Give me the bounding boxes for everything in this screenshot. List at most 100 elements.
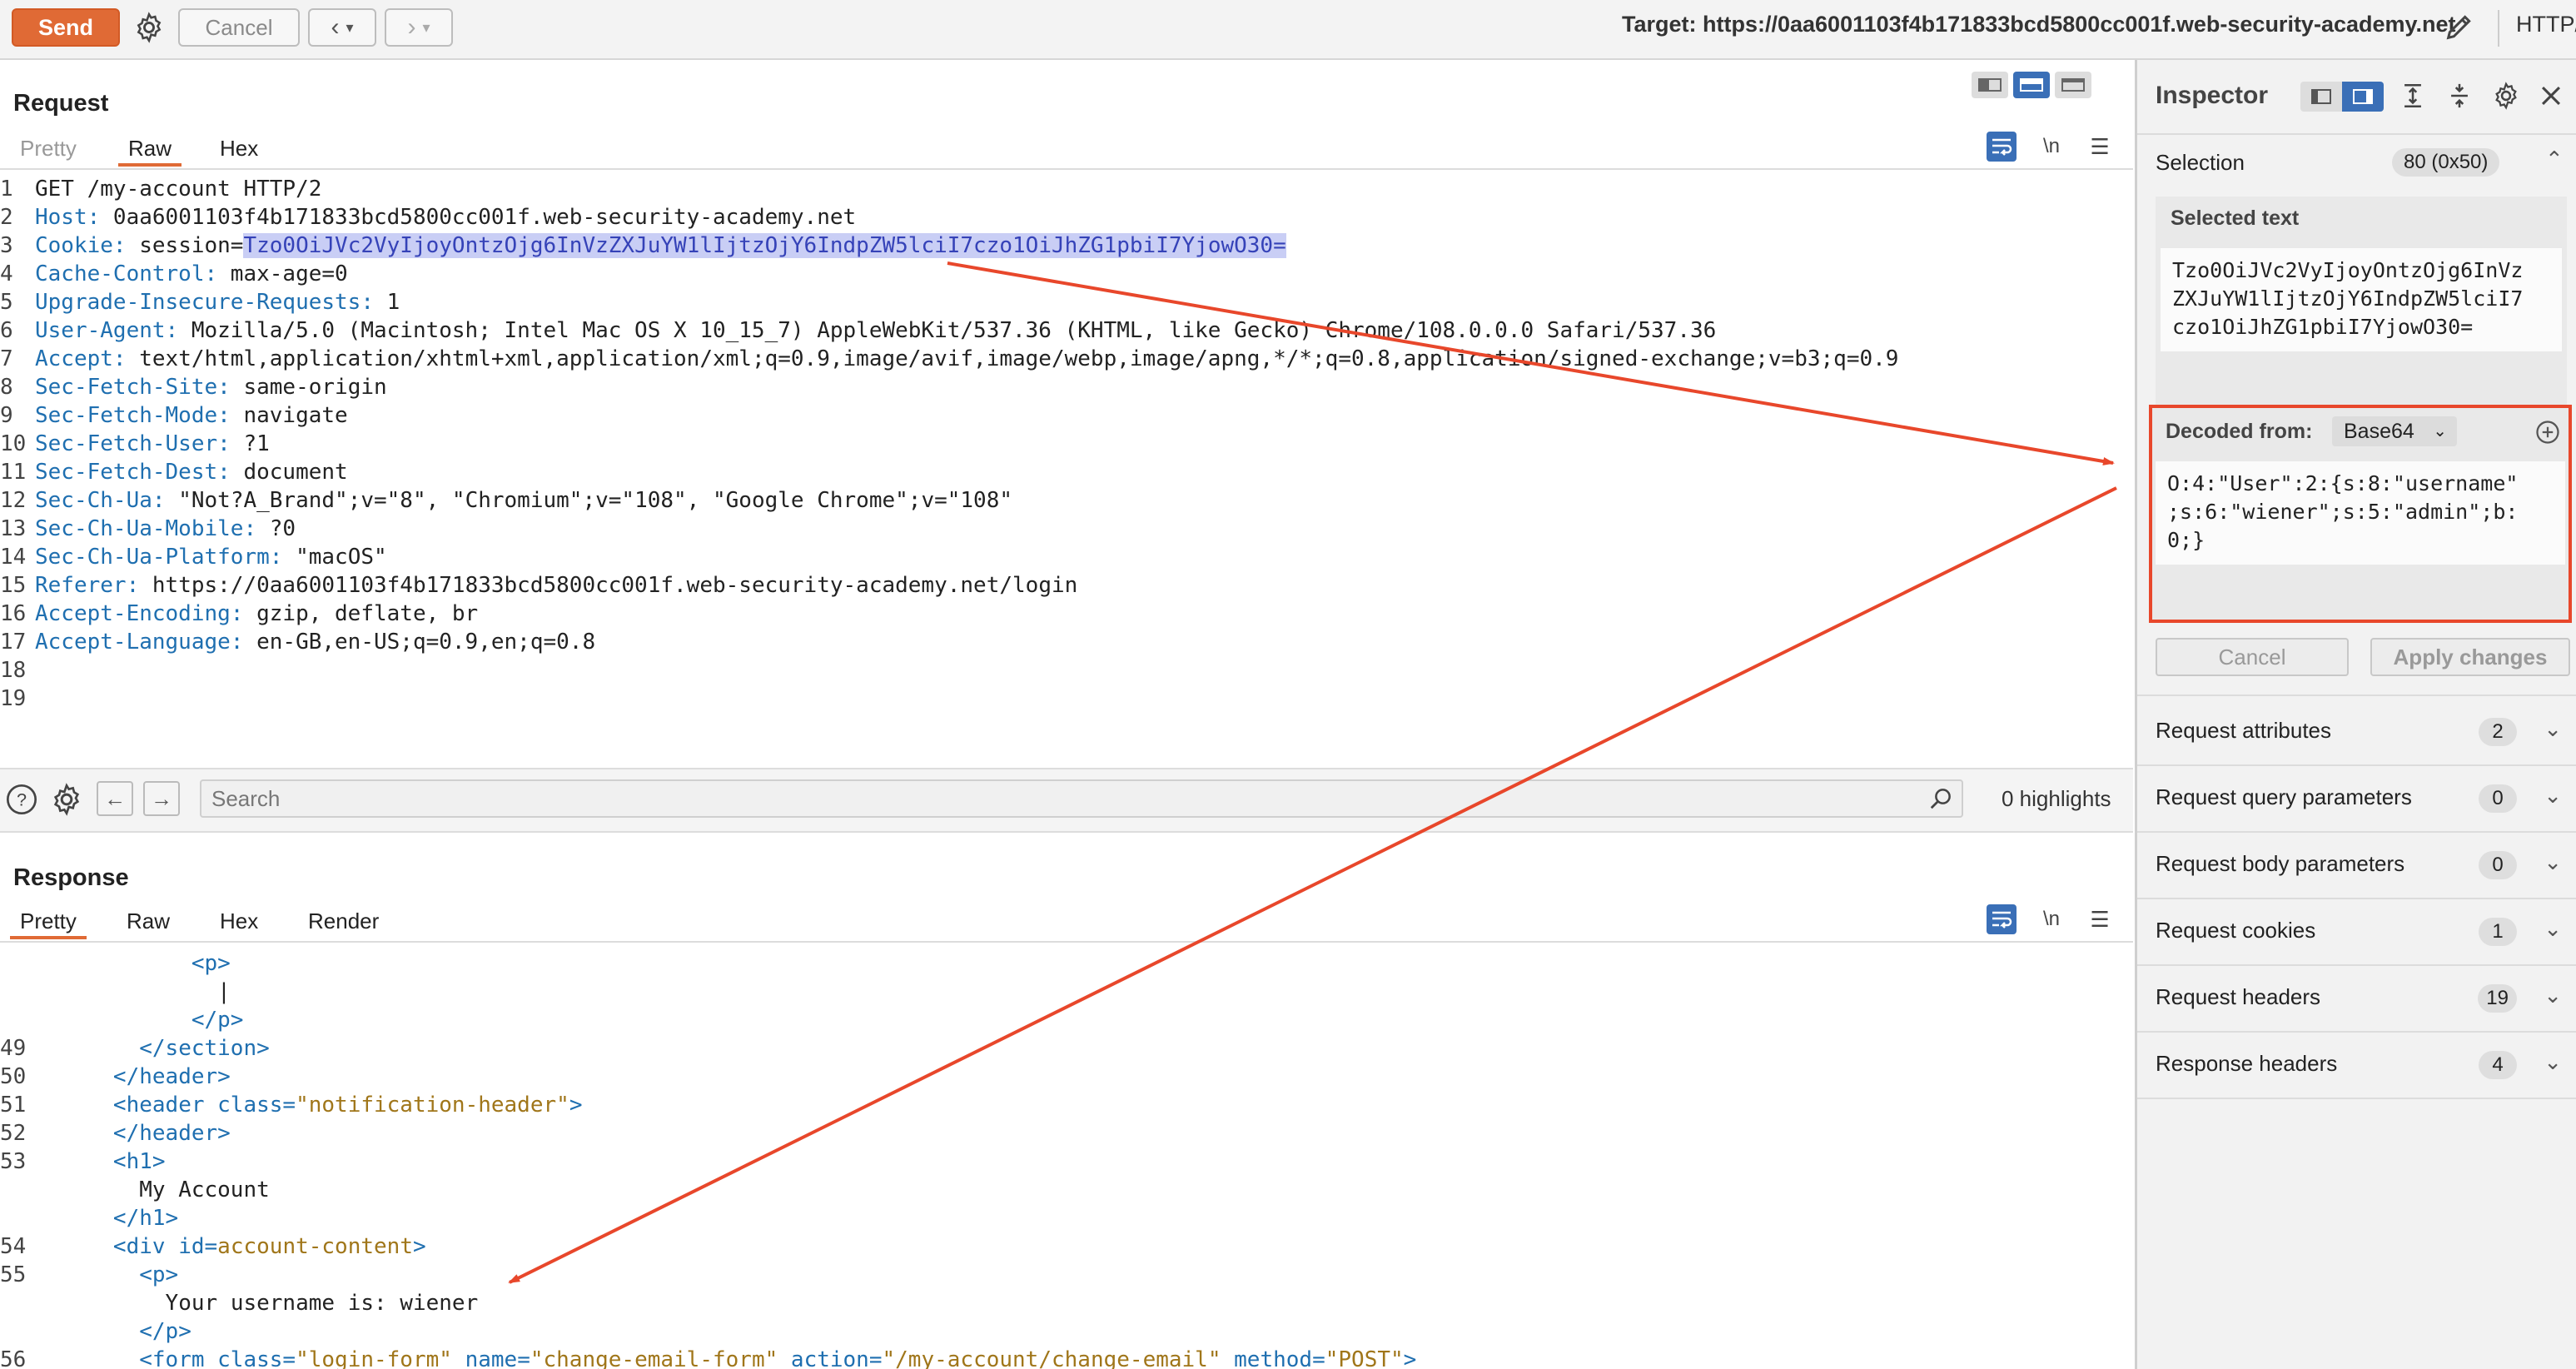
layout-split-vertical-icon[interactable] <box>1972 72 2008 98</box>
header-value: "macOS" <box>282 545 387 570</box>
chevron-up-icon[interactable]: ⌃ <box>2545 147 2564 172</box>
line-number: 10 <box>0 431 27 456</box>
send-button[interactable]: Send <box>12 8 120 47</box>
wrap-icon[interactable] <box>1987 132 2017 162</box>
add-icon[interactable] <box>2535 420 2560 445</box>
inspector-section-request-body-parameters[interactable]: Request body parameters 0 ⌄ <box>2137 831 2576 899</box>
cancel-button[interactable]: Cancel <box>178 8 300 47</box>
newline-toggle[interactable]: \n <box>2036 904 2066 934</box>
chevron-down-icon[interactable]: ⌄ <box>2544 783 2562 809</box>
line-number: 2 <box>0 205 13 230</box>
response-line: 51 <header class="notification-header"> <box>0 1091 2131 1119</box>
request-line: 15 Referer: https://0aa6001103f4b171833bc… <box>0 571 2131 600</box>
header-value: https://0aa6001103f4b171833bcd5800cc001f… <box>139 573 1078 598</box>
inspector-section-count: 0 <box>2479 851 2517 879</box>
line-number: 17 <box>0 630 27 655</box>
request-line: 19 <box>0 684 2131 713</box>
response-tab-pretty[interactable]: Pretty <box>10 903 87 939</box>
request-title: Request <box>13 90 109 117</box>
inspector-title: Inspector <box>2156 82 2269 109</box>
chevron-down-icon[interactable]: ⌄ <box>2544 983 2562 1008</box>
html-tag: <p> <box>139 1262 179 1287</box>
header-value: text/html,application/xhtml+xml,applicat… <box>126 346 1899 371</box>
request-tab-hex[interactable]: Hex <box>210 130 268 167</box>
help-icon[interactable]: ? <box>5 783 38 816</box>
inspector-section-request-query-parameters[interactable]: Request query parameters 0 ⌄ <box>2137 764 2576 833</box>
html-tag: <p> <box>191 951 231 976</box>
chevron-down-icon[interactable]: ⌄ <box>2544 1049 2562 1075</box>
request-tab-raw[interactable]: Raw <box>118 130 182 167</box>
settings-icon[interactable] <box>50 783 83 816</box>
request-editor[interactable]: 1 GET /my-account HTTP/2 2 Host: 0aa6001103… <box>0 175 2131 716</box>
search-input[interactable]: Search <box>200 779 1963 818</box>
html-attribute: name= <box>451 1347 530 1369</box>
response-line: | <box>0 978 2131 1006</box>
newline-toggle[interactable]: \n <box>2036 132 2066 162</box>
wrap-icon[interactable] <box>1987 904 2017 934</box>
next-match-icon[interactable]: → <box>143 781 180 816</box>
html-tag: </section> <box>139 1036 270 1061</box>
layout-toggle <box>1972 72 2095 102</box>
inspector-section-count: 4 <box>2479 1051 2517 1079</box>
line-number: 1 <box>0 177 13 202</box>
html-attribute: method= <box>1221 1347 1325 1369</box>
encoding-select[interactable]: Base64 ⌄ <box>2332 416 2457 446</box>
chevron-down-icon[interactable]: ⌄ <box>2544 916 2562 942</box>
selected-text-label: Selected text <box>2171 207 2300 230</box>
inspector-dock-right-icon[interactable] <box>2342 82 2384 112</box>
line-number: 55 <box>0 1262 27 1287</box>
chevron-down-icon[interactable]: ⌄ <box>2544 716 2562 742</box>
header-name: Accept-Encoding: <box>35 601 244 626</box>
line-number: 50 <box>0 1064 27 1089</box>
html-tag: <form <box>139 1347 218 1369</box>
request-tab-pretty[interactable]: Pretty <box>10 130 87 167</box>
inspector-section-response-headers[interactable]: Response headers 4 ⌄ <box>2137 1031 2576 1099</box>
previous-match-icon[interactable]: ← <box>97 781 133 816</box>
header-name: Cookie: <box>35 233 127 258</box>
edit-icon[interactable] <box>2443 10 2479 47</box>
header-value: ?0 <box>256 516 296 541</box>
expand-all-icon[interactable] <box>2399 82 2429 112</box>
close-icon[interactable] <box>2537 82 2567 112</box>
layout-tabs-icon[interactable] <box>2055 72 2091 98</box>
response-tab-render[interactable]: Render <box>298 903 389 939</box>
search-icon[interactable] <box>1928 786 1955 813</box>
inspector-dock-left-icon[interactable] <box>2300 82 2342 112</box>
request-line: 16 Accept-Encoding: gzip, deflate, br <box>0 600 2131 628</box>
apply-changes-button[interactable]: Apply changes <box>2370 638 2570 676</box>
response-line: 55 <p> <box>0 1261 2131 1289</box>
line-number: 12 <box>0 488 27 513</box>
response-line: 50 </header> <box>0 1063 2131 1091</box>
settings-icon[interactable] <box>130 8 168 47</box>
response-tab-hex[interactable]: Hex <box>210 903 268 939</box>
decoded-text-value[interactable]: O:4:"User":2:{s:8:"username" ;s:6:"wiene… <box>2156 461 2565 565</box>
layout-split-horizontal-icon[interactable] <box>2013 72 2050 98</box>
request-line: 14 Sec-Ch-Ua-Platform: "macOS" <box>0 543 2131 571</box>
menu-icon[interactable]: ☰ <box>2085 132 2115 162</box>
settings-icon[interactable] <box>2492 82 2522 112</box>
inspector-section-request-headers[interactable]: Request headers 19 ⌄ <box>2137 964 2576 1033</box>
response-editor[interactable]: <p> | </p> 49 </section> 50 </header> 51 <h… <box>0 949 2131 1369</box>
collapse-all-icon[interactable] <box>2445 82 2475 112</box>
forward-history-button[interactable]: › ▾ <box>385 8 453 47</box>
chevron-down-icon[interactable]: ⌄ <box>2544 849 2562 875</box>
html-tag: </h1> <box>112 1206 179 1231</box>
line-number: 19 <box>0 686 27 711</box>
response-tab-raw[interactable]: Raw <box>117 903 180 939</box>
html-tag: </p> <box>191 1008 244 1033</box>
response-line: <p> <box>0 949 2131 978</box>
selected-text-value[interactable]: Tzo0OiJVc2VyIjoyOntzOjg6InVz ZXJuYW1lIjt… <box>2161 248 2562 351</box>
line-number: 5 <box>0 290 13 315</box>
http-version[interactable]: HTTP/ <box>2516 12 2576 37</box>
selected-session-cookie[interactable]: Tzo0OiJVc2VyIjoyOntzOjg6InVzZXJuYW1lIjtz… <box>243 233 1286 258</box>
request-line: 9 Sec-Fetch-Mode: navigate <box>0 401 2131 430</box>
inspector-cancel-button[interactable]: Cancel <box>2156 638 2349 676</box>
header-value: gzip, deflate, br <box>243 601 479 626</box>
inspector-section-request-attributes[interactable]: Request attributes 2 ⌄ <box>2137 698 2576 766</box>
back-history-button[interactable]: ‹ ▾ <box>308 8 376 47</box>
menu-icon[interactable]: ☰ <box>2085 904 2115 934</box>
request-line: 5 Upgrade-Insecure-Requests: 1 <box>0 288 2131 316</box>
inspector-section-request-cookies[interactable]: Request cookies 1 ⌄ <box>2137 898 2576 966</box>
html-tag: <header <box>112 1093 218 1118</box>
